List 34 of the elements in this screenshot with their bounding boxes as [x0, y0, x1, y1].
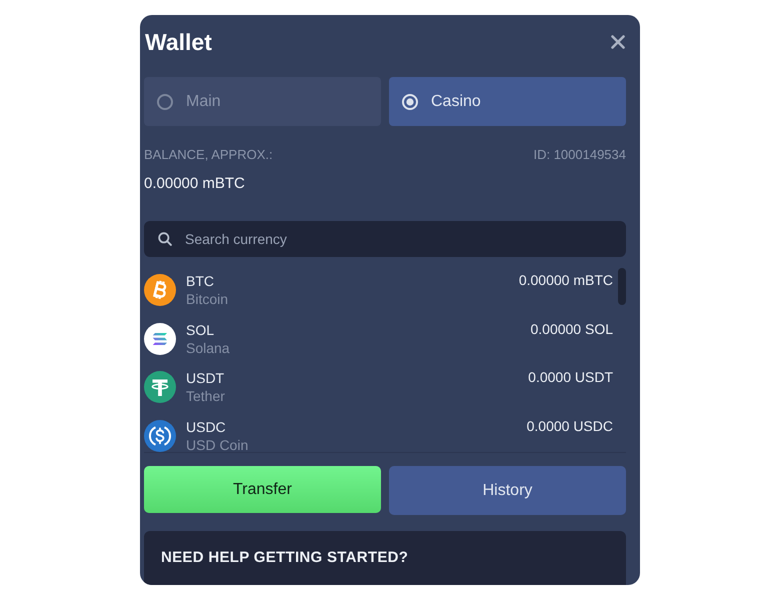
currency-amount: 0.0000 USDT [528, 368, 613, 386]
radio-icon [157, 94, 173, 110]
currency-amount: 0.00000 SOL [530, 320, 613, 338]
currency-code: SOL [186, 320, 214, 339]
balance-label: BALANCE, APPROX.: [144, 147, 273, 163]
wallet-id: ID: 1000149534 [533, 147, 626, 163]
search-field[interactable]: Search currency [144, 221, 626, 257]
currency-name: Tether [186, 387, 225, 406]
dialog-title: Wallet [145, 28, 212, 57]
currency-row[interactable]: USDT Tether 0.0000 USDT [144, 363, 626, 412]
history-button[interactable]: History [389, 466, 626, 515]
currency-name: Solana [186, 338, 230, 357]
currency-code: USDT [186, 369, 224, 388]
tether-coin-icon [144, 371, 176, 404]
help-heading: NEED HELP GETTING STARTED? [161, 549, 410, 567]
radio-selected-icon [402, 94, 418, 110]
currency-name: Bitcoin [186, 290, 228, 308]
search-icon [158, 232, 172, 246]
currency-name: USD Coin [186, 436, 248, 452]
usd-coin-icon [144, 420, 176, 452]
currency-amount: 0.0000 USDC [526, 416, 613, 434]
bitcoin-coin-icon [144, 274, 176, 306]
transfer-button[interactable]: Transfer [144, 466, 381, 513]
scrollbar-thumb[interactable] [618, 268, 626, 305]
currency-row[interactable]: SOL Solana 0.00000 SOL [144, 314, 626, 363]
currency-row[interactable]: USDC USD Coin 0.0000 USDC [144, 412, 626, 452]
close-icon[interactable] [611, 35, 625, 49]
balance-value: 0.00000 mBTC [144, 175, 245, 192]
currency-row[interactable]: BTC Bitcoin 0.00000 mBTC [144, 266, 626, 314]
currency-code: USDC [186, 418, 226, 436]
solana-coin-icon [144, 322, 176, 355]
currency-code: BTC [186, 272, 214, 290]
wallet-tab[interactable]: Casino [389, 77, 626, 126]
currency-amount: 0.00000 mBTC [518, 271, 613, 289]
